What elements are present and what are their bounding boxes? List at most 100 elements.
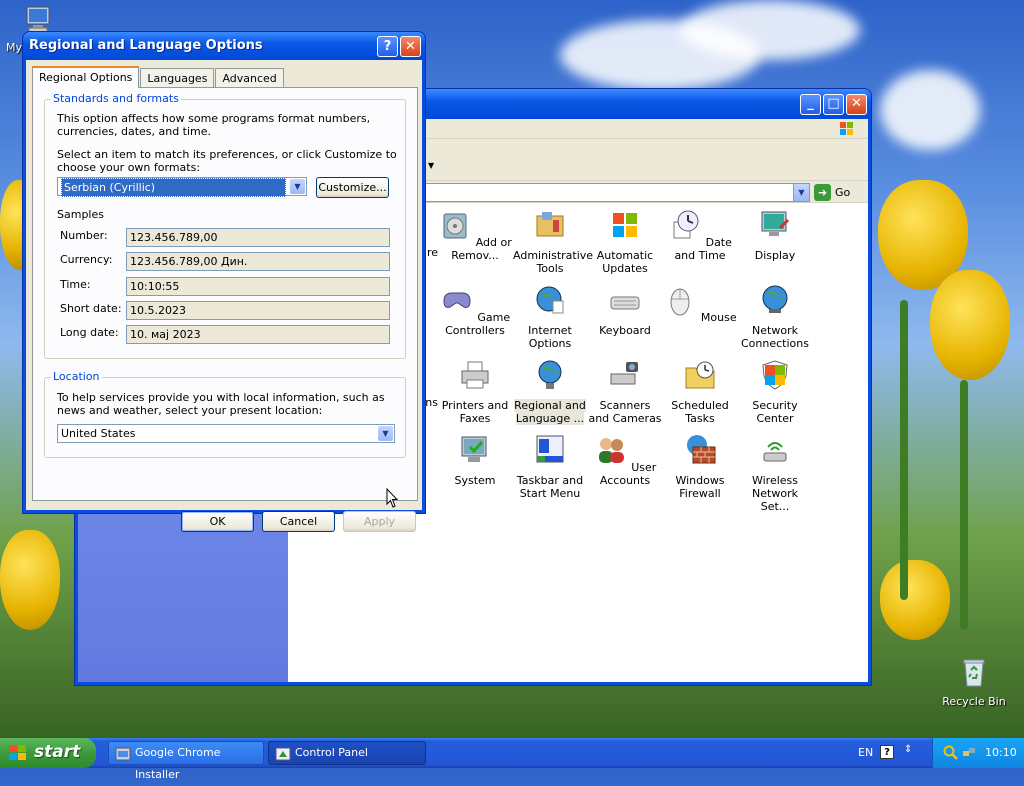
- search-icon[interactable]: [943, 745, 959, 761]
- tab-advanced[interactable]: Advanced: [215, 68, 284, 88]
- address-dropdown-icon[interactable]: ▼: [793, 184, 809, 201]
- cp-item-printers-faxes[interactable]: Printers and Faxes: [438, 358, 512, 425]
- sample-currency-label: Currency:: [60, 253, 113, 266]
- location-select[interactable]: United States ▼: [57, 424, 395, 443]
- dialog-close-button[interactable]: ✕: [400, 36, 421, 57]
- location-group: Location To help services provide you wi…: [44, 370, 406, 458]
- cp-item-label: Automatic Updates: [596, 249, 654, 275]
- network-globe-icon: [762, 285, 788, 313]
- cp-item-label: Network Connections: [741, 324, 809, 350]
- cp-item-windows-firewall[interactable]: Windows Firewall: [663, 433, 737, 500]
- location-description: To help services provide you with local …: [57, 391, 385, 417]
- location-legend: Location: [51, 370, 102, 383]
- start-label: start: [34, 742, 81, 762]
- clock[interactable]: 10:10: [985, 746, 1017, 759]
- chevron-down-icon[interactable]: ▼: [290, 179, 305, 194]
- close-button[interactable]: ✕: [846, 94, 867, 115]
- cp-item-administrative-tools[interactable]: Administrative Tools: [513, 208, 593, 275]
- sample-currency-value: 123.456.789,00 Дин.: [126, 252, 390, 271]
- cp-item-regional-language[interactable]: Regional and Language ...: [513, 358, 587, 425]
- cp-item-game-controllers[interactable]: Game Controllers: [438, 283, 512, 337]
- apply-button[interactable]: Apply: [343, 511, 416, 532]
- desktop-icon-recycle-bin[interactable]: Recycle Bin: [939, 656, 1009, 708]
- network-tray-icon[interactable]: [961, 745, 977, 761]
- taskbar-item-label: Google Chrome Installer: [135, 746, 221, 781]
- cp-item-mouse[interactable]: Mouse: [663, 283, 737, 324]
- cp-item-network-connections[interactable]: Network Connections: [738, 283, 812, 350]
- tab-languages[interactable]: Languages: [140, 68, 215, 88]
- maximize-button[interactable]: □: [823, 94, 844, 115]
- cp-item-scanners-cameras[interactable]: Scanners and Cameras: [588, 358, 662, 425]
- go-arrow-icon: ➜: [814, 184, 831, 201]
- gamepad-icon: [443, 292, 471, 308]
- dialog-titlebar[interactable]: Regional and Language Options ? ✕: [23, 32, 425, 60]
- cloud-decor: [680, 0, 860, 60]
- sample-time-value: 10:10:55: [126, 277, 390, 296]
- taskbar-item-chrome-installer[interactable]: Google Chrome Installer: [108, 741, 264, 781]
- scheduled-tasks-icon: [685, 361, 715, 389]
- cp-item-label: Mouse: [700, 311, 737, 324]
- toolbar-dropdown-icon[interactable]: ▼: [428, 161, 434, 170]
- cp-item-label: Regional and Language ...: [514, 399, 586, 425]
- shield-icon: [762, 360, 788, 390]
- cp-item-security-center[interactable]: Security Center: [738, 358, 812, 425]
- mouse-icon: [670, 288, 690, 316]
- printer-icon: [461, 361, 489, 389]
- sample-number-label: Number:: [60, 229, 108, 242]
- standards-description: This option affects how some programs fo…: [57, 112, 371, 138]
- go-label: Go: [835, 186, 851, 199]
- taskbar-item-control-panel[interactable]: Control Panel: [268, 741, 426, 765]
- cp-item-label: System: [454, 474, 496, 487]
- cp-item-scheduled-tasks[interactable]: Scheduled Tasks: [663, 358, 737, 425]
- language-bar-options-icon[interactable]: ⇕: [904, 744, 912, 755]
- cp-item-date-time[interactable]: Date and Time: [663, 208, 737, 262]
- tab-regional-options[interactable]: Regional Options: [32, 66, 140, 88]
- sample-short-date-value: 10.5.2023: [126, 301, 390, 320]
- cp-item-user-accounts[interactable]: User Accounts: [588, 433, 662, 487]
- cp-item-keyboard[interactable]: Keyboard: [588, 283, 662, 337]
- select-prompt: Select an item to match its preferences,…: [57, 148, 397, 174]
- go-button[interactable]: ➜ Go: [814, 183, 864, 202]
- cp-item-taskbar-start-menu[interactable]: Taskbar and Start Menu: [513, 433, 587, 500]
- sample-time-label: Time:: [60, 278, 91, 291]
- help-button[interactable]: ?: [377, 36, 398, 57]
- stem-decor: [960, 380, 968, 630]
- cp-item-add-remove[interactable]: Add or Remov...: [438, 208, 512, 262]
- cp-item-label: Windows Firewall: [675, 474, 725, 500]
- chevron-down-icon[interactable]: ▼: [378, 426, 393, 441]
- locale-select[interactable]: Serbian (Cyrillic) ▼: [57, 177, 307, 197]
- samples-title: Samples: [57, 208, 104, 221]
- cp-item-wireless-network[interactable]: Wireless Network Set...: [738, 433, 812, 513]
- cp-item-system[interactable]: System: [438, 433, 512, 487]
- cp-item-label: Scanners and Cameras: [588, 399, 662, 425]
- sample-number-value: 123.456.789,00: [126, 228, 390, 247]
- language-help-icon[interactable]: ?: [880, 745, 894, 759]
- cp-item-label: Scheduled Tasks: [671, 399, 729, 425]
- language-indicator[interactable]: EN: [858, 746, 873, 759]
- system-tray: 10:10: [932, 738, 1024, 768]
- regional-globe-icon: [538, 360, 562, 389]
- clock-icon: [673, 210, 699, 239]
- ok-button[interactable]: OK: [181, 511, 254, 532]
- cp-item-label: Taskbar and Start Menu: [516, 474, 584, 500]
- customize-button[interactable]: Customize...: [316, 177, 389, 198]
- location-select-value: United States: [61, 427, 136, 440]
- cancel-button[interactable]: Cancel: [262, 511, 335, 532]
- start-button[interactable]: start: [0, 738, 96, 768]
- display-icon: [761, 211, 790, 236]
- cp-item-label: Keyboard: [599, 324, 651, 337]
- cp-item-automatic-updates[interactable]: Automatic Updates: [588, 208, 662, 275]
- cp-item-internet-options[interactable]: Internet Options: [513, 283, 587, 350]
- firewall-icon: [687, 435, 716, 464]
- minimize-button[interactable]: _: [800, 94, 821, 115]
- add-remove-programs-icon: [443, 213, 467, 239]
- mouse-cursor-icon: [386, 488, 398, 508]
- cp-item-display[interactable]: Display: [738, 208, 812, 262]
- cp-item-label: Printers and Faxes: [441, 399, 509, 425]
- system-icon: [461, 436, 487, 462]
- sample-long-date-label: Long date:: [60, 326, 119, 339]
- windows-logo-icon: [9, 745, 26, 760]
- cloud-decor: [880, 70, 980, 150]
- windows-logo-icon: [840, 122, 853, 135]
- taskbar-icon: [536, 435, 564, 463]
